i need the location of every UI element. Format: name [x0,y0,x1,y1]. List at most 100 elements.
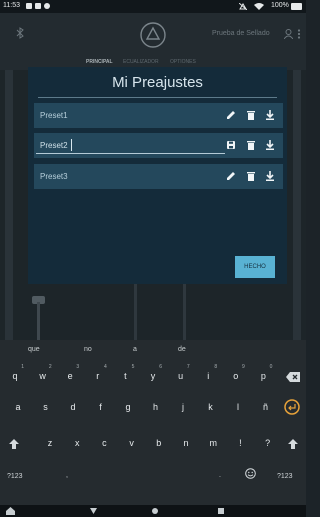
suggestion-item[interactable]: que [28,346,40,353]
download-icon[interactable] [265,110,275,120]
download-icon[interactable] [265,140,275,150]
download-icon[interactable] [265,171,275,181]
key-ñ[interactable]: ñ [256,397,276,417]
navigation-bar [0,505,306,517]
key-t[interactable]: t5 [115,364,135,386]
battery-icon [291,3,302,10]
dialog-title: Mi Preajustes [112,74,203,91]
bluetooth-icon[interactable] [16,27,24,39]
backspace-icon[interactable] [286,372,300,382]
done-button[interactable]: HECHO [235,256,275,278]
notification-icon [44,3,50,9]
key-m[interactable]: m [203,433,223,453]
symbols-key[interactable]: ?123 [277,473,293,480]
key-x[interactable]: x [67,433,87,453]
trash-icon[interactable] [246,140,256,150]
key-hint: 9 [242,364,245,370]
trash-icon[interactable] [246,110,256,120]
key-k[interactable]: k [201,397,221,417]
key-d[interactable]: d [63,397,83,417]
preset-label: Preset1 [40,111,68,120]
tab-principal[interactable]: PRINCIPAL [86,59,113,65]
key-label: u [178,371,184,381]
preset-row[interactable]: Preset2 [34,133,283,158]
key-g[interactable]: g [118,397,138,417]
key-l[interactable]: l [228,397,248,417]
preset-label: Preset3 [40,172,68,181]
mute-icon [239,3,247,10]
key-z[interactable]: z [40,433,60,453]
key-label: t [124,371,127,381]
key-s[interactable]: s [36,397,56,417]
key-![interactable]: ! [230,433,250,453]
key-b[interactable]: b [149,433,169,453]
keyboard-switch-icon[interactable] [6,507,15,515]
key-label: r [96,371,100,381]
key-label: e [67,371,73,381]
space-bar[interactable] [82,468,200,484]
tab-options[interactable]: OPTIONES [170,59,196,65]
key-h[interactable]: h [146,397,166,417]
preset-row[interactable]: Preset3 [34,164,283,189]
key-label: p [260,371,266,381]
key-q[interactable]: q1 [5,364,25,386]
key-a[interactable]: a [8,397,28,417]
pencil-icon[interactable] [226,110,236,120]
key-f[interactable]: f [91,397,111,417]
key-y[interactable]: y6 [143,364,163,386]
status-bar: 11:53 100% [0,0,306,13]
key-i[interactable]: i8 [198,364,218,386]
slider-track [134,284,137,340]
more-icon[interactable] [297,29,301,39]
key-e[interactable]: e3 [60,364,80,386]
key-hint: 3 [76,364,80,370]
slider-track [37,302,40,340]
key-hint: 1 [21,364,24,370]
trash-icon[interactable] [246,171,256,181]
key-n[interactable]: n [176,433,196,453]
key-o[interactable]: o9 [226,364,246,386]
enter-icon[interactable] [284,399,300,415]
profile-icon[interactable] [284,29,293,39]
preset-row[interactable]: Preset1 [34,103,283,128]
suggestion-strip: que no a de [0,340,306,358]
preset-name-input[interactable]: Preset2 [40,141,68,150]
notification-icon [35,3,41,9]
notification-icon [26,3,32,9]
pencil-icon[interactable] [226,171,236,181]
save-icon[interactable] [226,140,236,150]
key-u[interactable]: u7 [171,364,191,386]
home-icon[interactable] [152,508,158,514]
text-caret [71,139,72,151]
app-title: Prueba de Sellado [212,30,270,37]
key-?[interactable]: ? [258,433,278,453]
background-panel [5,70,13,340]
key-r[interactable]: r4 [88,364,108,386]
key-label: y [150,371,156,381]
key-j[interactable]: j [173,397,193,417]
shift-icon[interactable] [288,439,298,449]
input-underline [36,153,225,154]
suggestion-item[interactable]: a [133,346,137,353]
key-c[interactable]: c [94,433,114,453]
key-p[interactable]: p0 [253,364,273,386]
recents-icon[interactable] [218,508,224,514]
suggestion-item[interactable]: no [84,346,92,353]
slider-track [183,284,186,340]
key-w[interactable]: w2 [33,364,53,386]
emoji-icon[interactable] [245,468,256,479]
key-hint: 8 [214,364,218,370]
symbols-key[interactable]: ?123 [7,473,23,480]
background-panel [293,70,301,340]
back-icon[interactable] [90,508,97,514]
status-time: 11:53 [3,2,20,9]
key-v[interactable]: v [122,433,142,453]
key-label: q [12,371,18,381]
comma-key[interactable]: , [66,472,68,479]
key-hint: 5 [131,364,135,370]
tab-ecualizador[interactable]: ECUALIZADOR [123,59,159,65]
shift-icon[interactable] [9,439,19,449]
suggestion-item[interactable]: de [178,346,186,353]
key-label: o [233,371,239,381]
period-key[interactable]: . [219,472,221,479]
